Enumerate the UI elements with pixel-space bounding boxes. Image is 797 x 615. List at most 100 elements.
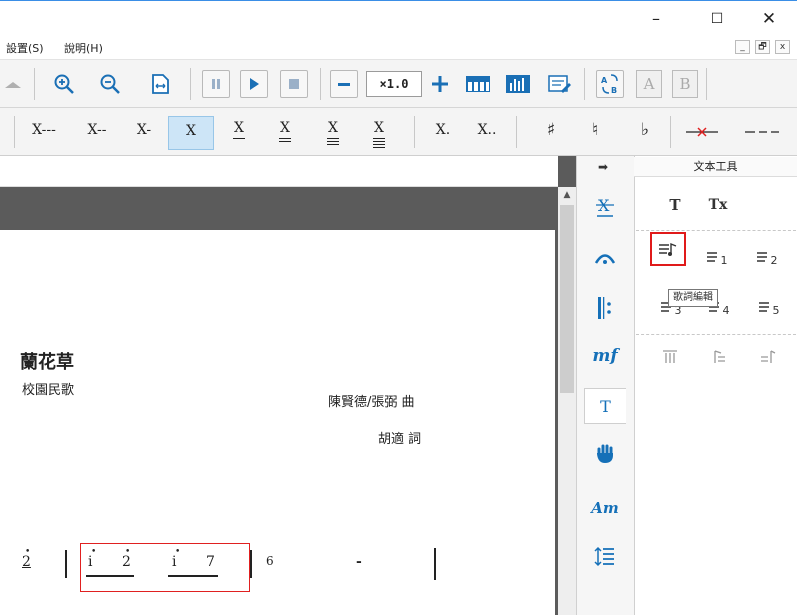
lyric-down-button[interactable] — [750, 340, 786, 374]
hand-icon — [597, 444, 613, 463]
main-toolbar: ×1.0 AB A B — [0, 60, 797, 108]
fit-page-icon[interactable] — [146, 70, 174, 98]
barline — [65, 550, 67, 578]
note[interactable]: 6 — [266, 554, 274, 568]
note-digit: 6 — [266, 554, 274, 568]
section-b-button[interactable]: B — [672, 70, 698, 98]
note-digit: - — [356, 554, 362, 570]
svg-text:B: B — [611, 86, 617, 95]
tempo-value-field[interactable]: ×1.0 — [366, 71, 422, 97]
duration-label: X — [328, 120, 338, 136]
verse-2-button[interactable]: 2 — [748, 240, 784, 274]
toolbar-separator — [14, 116, 15, 148]
dynamics-label: mf — [592, 346, 618, 366]
barline — [250, 550, 252, 578]
zoom-out-icon[interactable] — [96, 70, 124, 98]
tab-repeat[interactable] — [584, 290, 626, 326]
pause-icon[interactable] — [202, 70, 230, 98]
clear-format-button[interactable]: Tx — [700, 188, 736, 222]
verse-1-button[interactable]: 1 — [698, 240, 734, 274]
duration-label: X — [186, 123, 196, 139]
note[interactable]: • 2 — [22, 547, 31, 570]
lyric-up-button[interactable] — [700, 340, 736, 374]
lyricist-credit[interactable]: 胡適 詞 — [378, 428, 421, 447]
lyric-edit-tooltip: 歌詞編輯 — [668, 289, 718, 307]
tab-text-tools[interactable]: T — [584, 388, 626, 424]
stop-icon[interactable] — [280, 70, 308, 98]
tab-line-spacing[interactable] — [584, 538, 626, 574]
eighth-note-button[interactable]: X — [224, 116, 254, 150]
panel-separator — [636, 230, 796, 231]
natural-button[interactable]: ♮ — [580, 116, 610, 150]
tempo-decrease-icon[interactable] — [330, 70, 358, 98]
tie-icon[interactable] — [680, 118, 724, 146]
zoom-in-icon[interactable] — [50, 70, 78, 98]
mdi-close-button[interactable]: x — [775, 40, 790, 54]
maximize-button[interactable]: ☐ — [702, 9, 732, 29]
quarter-note-button[interactable]: X — [168, 116, 214, 150]
title-bar: – ☐ ✕ — [0, 0, 797, 36]
dotted-half-note-button[interactable]: X-- — [78, 116, 116, 150]
duration-label: X — [234, 120, 244, 136]
tab-note-edit[interactable]: X — [584, 190, 626, 226]
mixer-icon[interactable] — [504, 70, 532, 98]
dash-line-icon[interactable] — [736, 118, 786, 146]
half-note-button[interactable]: X- — [128, 116, 160, 150]
text-tool-label: T — [669, 196, 681, 214]
text-tools-panel — [634, 156, 797, 615]
section-a-button[interactable]: A — [636, 70, 662, 98]
transpose-icon[interactable]: AB — [596, 70, 624, 98]
line-spacing-icon — [594, 546, 614, 567]
panel-arrow-icon: ➡ — [598, 160, 609, 174]
align-top-button[interactable] — [652, 340, 688, 374]
lyric-edit-icon — [659, 242, 677, 256]
flat-button[interactable]: ♭ — [630, 116, 660, 150]
scroll-up-icon[interactable]: ▲ — [558, 190, 576, 204]
close-button[interactable]: ✕ — [754, 9, 784, 29]
menu-bar: 設置(S) 說明(H) _ 🗗 x — [0, 36, 797, 60]
redo-icon[interactable] — [0, 70, 26, 98]
tempo-increase-icon[interactable] — [426, 70, 454, 98]
thirty-second-note-button[interactable]: X — [318, 116, 348, 150]
duration-label: X — [280, 120, 290, 136]
sixteenth-note-button[interactable]: X — [270, 116, 300, 150]
insert-text-button[interactable]: T — [657, 188, 693, 222]
sixty-fourth-note-button[interactable]: X — [364, 116, 394, 150]
menu-settings[interactable]: 設置(S) — [6, 40, 44, 56]
tab-fermata[interactable] — [584, 240, 626, 276]
verse-number: 4 — [722, 303, 730, 317]
tab-hand[interactable] — [584, 436, 626, 472]
scrollbar-thumb[interactable] — [560, 205, 574, 393]
song-subtitle[interactable]: 校園民歌 — [22, 379, 74, 398]
chord-tab-label: Am — [591, 499, 619, 517]
duration-label: X--- — [32, 122, 56, 138]
song-title[interactable]: 蘭花草 — [20, 348, 74, 374]
tab-chords[interactable]: Am — [584, 490, 626, 526]
composer-credit[interactable]: 陳賢德/張弼 曲 — [328, 391, 415, 410]
whole-note-button[interactable]: X--- — [22, 116, 66, 150]
duration-label: X.. — [477, 122, 497, 138]
duration-label: X-- — [87, 122, 107, 138]
tab-dynamics[interactable]: mf — [584, 338, 626, 374]
lyric-down-icon — [761, 350, 776, 363]
score-link-icon[interactable] — [546, 70, 574, 98]
lyric-edit-button[interactable] — [650, 232, 686, 266]
minimize-button[interactable]: – — [641, 9, 671, 29]
svg-text:A: A — [601, 76, 608, 85]
piano-keyboard-icon[interactable] — [464, 70, 492, 98]
menu-help[interactable]: 說明(H) — [64, 40, 103, 56]
measure-selection — [80, 543, 250, 592]
mdi-restore-button[interactable]: 🗗 — [755, 40, 770, 54]
strikethrough-note-icon: X — [596, 196, 614, 217]
dotted-note-button[interactable]: X. — [426, 116, 460, 150]
verse-5-button[interactable]: 5 — [750, 290, 786, 324]
note-extension[interactable]: - — [356, 554, 362, 570]
high-octave-dot-icon: • — [25, 547, 31, 557]
toolbar-separator — [320, 68, 321, 100]
double-dotted-note-button[interactable]: X.. — [468, 116, 506, 150]
toolbar-separator — [34, 68, 35, 100]
lyric-up-icon — [714, 350, 725, 363]
sharp-button[interactable]: ♯ — [536, 116, 566, 150]
play-icon[interactable] — [240, 70, 268, 98]
mdi-minimize-button[interactable]: _ — [735, 40, 750, 54]
